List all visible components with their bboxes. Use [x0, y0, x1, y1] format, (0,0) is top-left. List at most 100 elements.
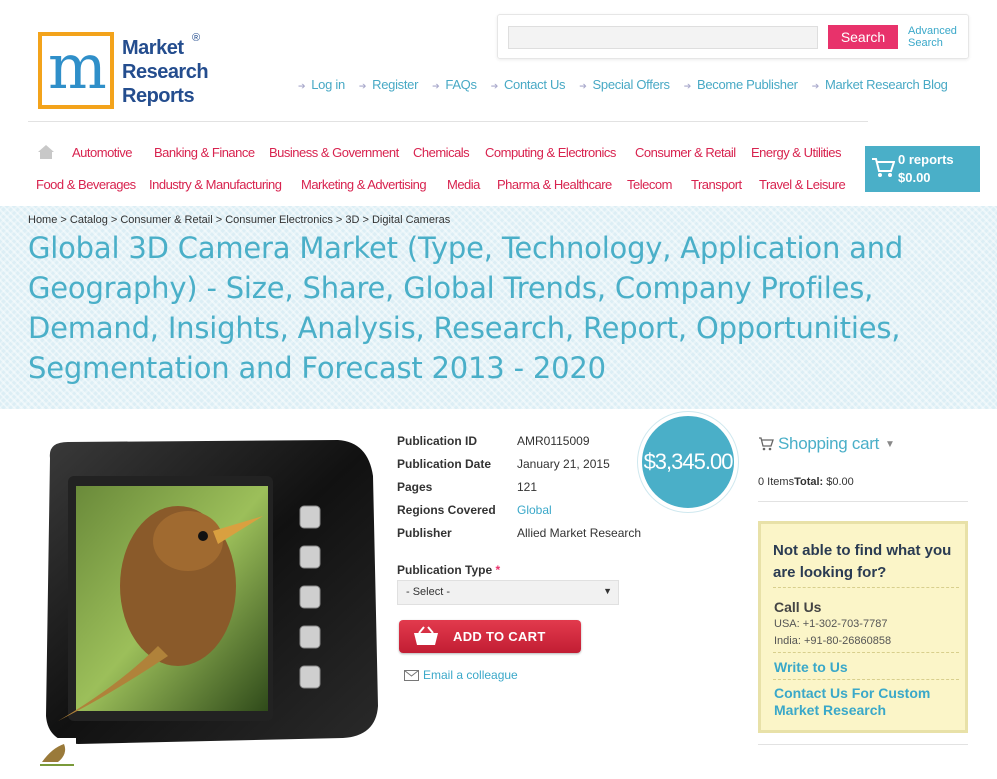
- mini-cart-reports: 0 reports: [898, 152, 954, 167]
- regions-label: Regions Covered: [397, 503, 496, 517]
- publication-type-label: Publication Type *: [397, 563, 500, 577]
- pub-id-label: Publication ID: [397, 434, 478, 448]
- breadcrumb: Home > Catalog > Consumer & Retail > Con…: [28, 214, 450, 226]
- title-banner: Home > Catalog > Consumer & Retail > Con…: [0, 206, 997, 409]
- phone-india: India: +91-80-26860858: [774, 635, 892, 647]
- category-chemicals[interactable]: Chemicals: [413, 145, 470, 160]
- email-colleague-text: Email a colleague: [423, 668, 518, 682]
- contact-custom-research-link[interactable]: Contact Us For Custom Market Research: [774, 685, 959, 719]
- category-automotive[interactable]: Automotive: [72, 145, 133, 160]
- envelope-icon: [404, 670, 419, 681]
- help-box: Not able to find what you are looking fo…: [758, 521, 968, 733]
- pages-label: Pages: [397, 480, 433, 494]
- breadcrumb-item[interactable]: Home: [28, 214, 57, 226]
- logo-mark: m ​: [38, 30, 114, 109]
- category-media[interactable]: Media: [447, 177, 480, 192]
- top-link-label: Register: [372, 77, 419, 92]
- add-to-cart-button[interactable]: ADD TO CART: [399, 620, 581, 653]
- search-input[interactable]: [508, 26, 818, 49]
- search-box: Search Advanced Search: [497, 14, 969, 59]
- breadcrumb-separator: >: [107, 214, 121, 226]
- top-link-label: Become Publisher: [696, 77, 798, 92]
- phone-usa: USA: +1-302-703-7787: [774, 618, 888, 630]
- cart-icon: [872, 158, 895, 177]
- breadcrumb-item: Digital Cameras: [371, 214, 451, 226]
- top-link-label: Market Research Blog: [824, 77, 948, 92]
- breadcrumb-item[interactable]: Consumer Electronics: [225, 214, 333, 226]
- publication-type-select[interactable]: - Select - ▼: [397, 580, 619, 605]
- breadcrumb-separator: >: [57, 214, 70, 226]
- call-us-heading: Call Us: [774, 599, 822, 615]
- pub-id-value: AMR0115009: [517, 434, 590, 448]
- pub-date-value: January 21, 2015: [517, 457, 610, 471]
- arrow-right-icon: ➔: [358, 81, 367, 91]
- breadcrumb-item[interactable]: 3D: [345, 214, 359, 226]
- category-food-beverages[interactable]: Food & Beverages: [36, 177, 136, 192]
- arrow-right-icon: ➔: [432, 81, 440, 91]
- top-link-contact-us[interactable]: ➔ Contact Us: [491, 77, 566, 92]
- help-separator: [773, 679, 959, 680]
- email-colleague-link[interactable]: Email a colleague: [404, 668, 518, 682]
- regions-link[interactable]: Global: [517, 503, 552, 517]
- help-box-title: Not able to find what you are looking fo…: [773, 542, 952, 581]
- category-consumer-retail[interactable]: Consumer & Retail: [635, 145, 736, 160]
- advanced-search-link[interactable]: Advanced Search: [908, 25, 957, 49]
- top-link-special-offers[interactable]: ➔ Special Offers: [579, 77, 671, 92]
- pages-value: 121: [517, 480, 538, 494]
- cart-items-count: 0 Items: [758, 476, 795, 488]
- category-computing-electronics[interactable]: Computing & Electronics: [485, 145, 616, 160]
- top-links: ➔ Log in ➔ Register ➔ FAQs ➔ Contact Us ➔ Special…: [298, 77, 962, 92]
- advanced-search-line1: Advanced: [908, 25, 957, 37]
- help-separator: [773, 652, 959, 653]
- pub-date-label: Publication Date: [397, 457, 492, 471]
- logo-m-letter: m: [48, 30, 107, 103]
- top-link-log-in[interactable]: ➔ Log in: [298, 77, 345, 92]
- sidebar-divider: [758, 501, 968, 502]
- search-button[interactable]: Search: [828, 25, 898, 49]
- top-link-faqs[interactable]: ➔ FAQs: [432, 77, 477, 92]
- product-thumbnail[interactable]: [38, 738, 76, 770]
- top-link-label: Log in: [311, 77, 345, 92]
- top-link-label: Special Offers: [592, 77, 671, 92]
- logo-text: Market Research Reports: [122, 36, 209, 108]
- category-banking-finance[interactable]: Banking & Finance: [154, 145, 255, 160]
- product-image[interactable]: [38, 436, 383, 748]
- arrow-right-icon: ➔: [811, 81, 820, 91]
- site-logo[interactable]: m ​ Market Research Reports ®: [38, 30, 213, 112]
- arrow-right-icon: ➔: [298, 81, 306, 91]
- chevron-down-icon: ▼: [603, 586, 612, 596]
- add-to-cart-label: ADD TO CART: [453, 629, 546, 644]
- mini-cart-total: $0.00: [898, 170, 931, 185]
- registered-mark: ®: [192, 32, 201, 44]
- category-marketing-advertising[interactable]: Marketing & Advertising: [301, 177, 427, 192]
- breadcrumb-item[interactable]: Catalog: [70, 214, 108, 226]
- basket-icon: [414, 626, 438, 645]
- breadcrumb-separator: >: [332, 214, 346, 226]
- category-travel-leisure[interactable]: Travel & Leisure: [759, 177, 846, 192]
- write-to-us-link[interactable]: Write to Us: [774, 659, 848, 676]
- category-row-1: Automotive Banking & Finance Business & Go…: [0, 145, 860, 163]
- category-pharma-healthcare[interactable]: Pharma & Healthcare: [497, 177, 612, 192]
- publisher-label: Publisher: [397, 526, 452, 540]
- breadcrumb-item[interactable]: Consumer & Retail: [120, 214, 212, 226]
- top-link-market-research-blog[interactable]: ➔ Market Research Blog: [812, 77, 948, 92]
- arrow-right-icon: ➔: [490, 81, 499, 91]
- breadcrumb-separator: >: [359, 214, 372, 226]
- caret-down-icon: ▼: [885, 439, 895, 450]
- top-link-become-publisher[interactable]: ➔ Become Publisher: [684, 77, 798, 92]
- category-industry-manufacturing[interactable]: Industry & Manufacturing: [149, 177, 282, 192]
- cart-icon: [759, 437, 774, 451]
- mini-cart-button[interactable]: 0 reports $0.00: [865, 146, 980, 192]
- advanced-search-line2: Search: [908, 37, 943, 49]
- category-energy-utilities[interactable]: Energy & Utilities: [751, 145, 841, 160]
- top-link-register[interactable]: ➔ Register: [358, 77, 419, 92]
- sidebar-divider: [758, 744, 968, 745]
- category-transport[interactable]: Transport: [691, 177, 742, 192]
- logo-line-research: Research: [122, 61, 209, 83]
- category-row-2: Food & Beverages Industry & Manufacturing…: [0, 177, 860, 195]
- top-link-label: FAQs: [445, 77, 477, 92]
- shopping-cart-toggle[interactable]: Shopping cart ▼: [758, 434, 895, 454]
- publication-type-text: Publication Type: [397, 563, 493, 577]
- category-telecom[interactable]: Telecom: [627, 177, 672, 192]
- category-business-government[interactable]: Business & Government: [269, 145, 399, 160]
